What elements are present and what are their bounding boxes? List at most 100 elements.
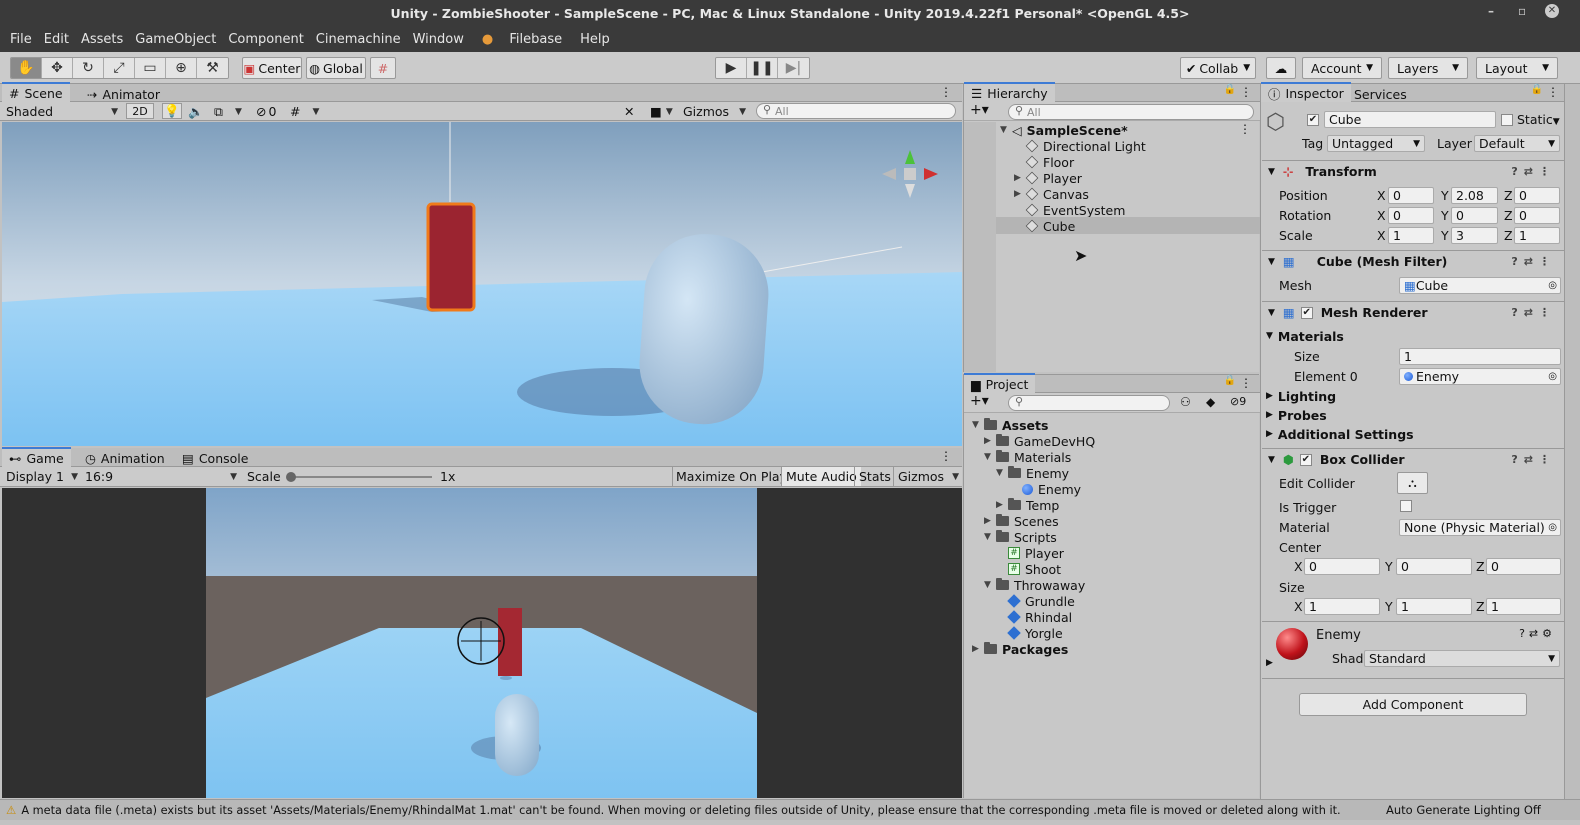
scale-y-field[interactable]: 3 <box>1451 227 1498 244</box>
materials-size-field[interactable]: 1 <box>1399 348 1561 365</box>
active-checkbox[interactable]: ✔ <box>1307 114 1319 126</box>
pivot-center-button[interactable]: ▣ Center <box>242 57 302 79</box>
tab-hierarchy[interactable]: ☰ Hierarchy <box>964 82 1055 102</box>
expand-arrow-icon[interactable]: ▼ <box>984 532 996 542</box>
material-actions[interactable]: ?⇄⚙ <box>1519 627 1556 640</box>
collapse-arrow-icon[interactable]: ▶ <box>1266 410 1273 420</box>
expand-arrow-icon[interactable]: ▼ <box>1266 331 1273 341</box>
menu-assets[interactable]: Assets <box>81 32 123 47</box>
mesh-renderer-header[interactable]: ▼ ▦ ✔ Mesh Renderer ?⇄⋮ <box>1262 301 1564 323</box>
collapse-arrow-icon[interactable]: ▶ <box>972 644 984 654</box>
kebab-menu-icon[interactable]: ⋮ <box>1547 85 1559 99</box>
project-item-rhindal[interactable]: Rhindal <box>1007 609 1072 625</box>
object-picker-icon[interactable]: ◎ <box>1548 522 1557 533</box>
aspect-dropdown[interactable]: 16:9 ▼ <box>85 469 237 484</box>
hierarchy-search-input[interactable]: All <box>1008 104 1254 120</box>
hidden-objects-toggle[interactable]: ⊘ 0 <box>256 104 276 119</box>
element0-field[interactable]: Enemy ◎ <box>1399 368 1561 385</box>
tab-services[interactable]: Services <box>1347 84 1414 104</box>
collapse-arrow-icon[interactable]: ▶ <box>1266 658 1273 668</box>
center-y-field[interactable]: 0 <box>1396 558 1472 575</box>
center-z-field[interactable]: 0 <box>1486 558 1561 575</box>
size-z-field[interactable]: 1 <box>1486 598 1561 615</box>
hierarchy-item-directional-light[interactable]: Directional Light <box>1025 138 1146 154</box>
expand-arrow-icon[interactable]: ▼ <box>984 452 996 462</box>
game-view[interactable] <box>2 488 962 798</box>
collider-material-field[interactable]: None (Physic Material) ◎ <box>1399 519 1561 536</box>
scale-z-field[interactable]: 1 <box>1514 227 1560 244</box>
collapse-arrow-icon[interactable]: ▶ <box>1014 189 1026 199</box>
transform-header[interactable]: ▼ ⊹ Transform ?⇄⋮ <box>1262 160 1564 182</box>
add-icon[interactable]: +▾ <box>970 393 989 409</box>
collapse-arrow-icon[interactable]: ▶ <box>996 500 1008 510</box>
rect-tool-icon[interactable]: ▭ <box>135 58 166 78</box>
account-dropdown[interactable]: Account ▼ <box>1302 57 1382 79</box>
kebab-menu-icon[interactable]: ⋮ <box>1240 85 1252 99</box>
hierarchy-item-floor[interactable]: Floor <box>1025 154 1074 170</box>
pivot-global-button[interactable]: ◍ Global <box>306 57 366 79</box>
cloud-button[interactable]: ☁ <box>1266 57 1296 79</box>
scale-x-field[interactable]: 1 <box>1388 227 1434 244</box>
menu-help[interactable]: Help <box>580 32 610 47</box>
collapse-arrow-icon[interactable]: ▶ <box>1266 429 1273 439</box>
scene-view[interactable] <box>2 122 962 446</box>
project-item-materials[interactable]: ▼ Materials <box>984 449 1071 465</box>
is-trigger-checkbox[interactable] <box>1400 500 1412 512</box>
hierarchy-item-player[interactable]: ▶ Player <box>1014 170 1082 186</box>
lock-icon[interactable]: 🔒 <box>1224 84 1236 95</box>
tab-game[interactable]: ⊷ Game <box>2 447 71 467</box>
position-z-field[interactable]: 0 <box>1514 187 1560 204</box>
custom-tool-icon[interactable]: ⚒ <box>197 58 228 78</box>
position-y-field[interactable]: 2.08 <box>1451 187 1498 204</box>
project-item-scenes[interactable]: ▶ Scenes <box>984 513 1059 529</box>
maximize-on-play-toggle[interactable]: Maximize On Play <box>672 467 790 486</box>
rotation-z-field[interactable]: 0 <box>1514 207 1560 224</box>
scale-tool-icon[interactable]: ⤢ <box>104 58 135 78</box>
menu-component[interactable]: Component <box>228 32 303 47</box>
lighting-toggle[interactable]: 💡 <box>162 103 182 119</box>
2d-toggle[interactable]: 2D <box>126 103 154 119</box>
project-item-player-script[interactable]: # Player <box>1008 545 1064 561</box>
kebab-menu-icon[interactable]: ⋮ <box>940 449 952 463</box>
effects-dropdown[interactable]: ⧉ ▼ <box>214 104 242 120</box>
hierarchy-item-eventsystem[interactable]: EventSystem <box>1025 202 1125 218</box>
scale-slider-thumb[interactable] <box>286 472 296 482</box>
position-x-field[interactable]: 0 <box>1388 187 1434 204</box>
project-item-enemy-folder[interactable]: ▼ Enemy <box>996 465 1069 481</box>
tab-animation[interactable]: ◷ Animation <box>78 448 172 468</box>
hierarchy-item-cube[interactable]: Cube <box>1025 218 1075 234</box>
collapse-arrow-icon[interactable]: ▶ <box>1266 391 1273 401</box>
expand-arrow-icon[interactable]: ▼ <box>1000 125 1012 135</box>
inspector-scrollbar[interactable] <box>1564 84 1580 799</box>
scene-search-input[interactable]: All <box>756 103 956 119</box>
gizmos-dropdown[interactable]: Gizmos ▼ <box>683 104 746 119</box>
size-x-field[interactable]: 1 <box>1304 598 1380 615</box>
component-actions[interactable]: ?⇄⋮ <box>1511 255 1556 268</box>
expand-arrow-icon[interactable]: ▼ <box>972 420 984 430</box>
lighting-status[interactable]: Auto Generate Lighting Off <box>1386 803 1541 817</box>
menu-gameobject[interactable]: GameObject <box>135 32 216 47</box>
mute-audio-toggle[interactable]: Mute Audio <box>781 467 861 486</box>
hierarchy-scene-root[interactable]: ▼ ◁ SampleScene* <box>1000 122 1128 138</box>
tab-project[interactable]: ▆ Project <box>964 373 1036 393</box>
rotation-y-field[interactable]: 0 <box>1451 207 1498 224</box>
box-collider-header[interactable]: ▼ ⬢ ✔ Box Collider ?⇄⋮ <box>1262 448 1564 470</box>
component-actions[interactable]: ?⇄⋮ <box>1511 453 1556 466</box>
label-icon[interactable]: ◆ <box>1206 395 1215 409</box>
display-dropdown[interactable]: Display 1 ▼ <box>6 469 78 484</box>
tab-console[interactable]: ▤ Console <box>175 448 255 468</box>
status-message[interactable]: A meta data file (.meta) exists but its … <box>21 804 1351 817</box>
kebab-menu-icon[interactable]: ⋮ <box>1240 376 1252 390</box>
collapse-arrow-icon[interactable]: ▶ <box>984 436 996 446</box>
menu-cinemachine[interactable]: Cinemachine <box>316 32 401 47</box>
lighting-foldout[interactable]: ▶ Lighting <box>1266 387 1336 405</box>
expand-arrow-icon[interactable]: ▼ <box>996 468 1008 478</box>
menu-window[interactable]: Window <box>413 32 464 47</box>
hand-tool-icon[interactable]: ✋ <box>11 58 42 78</box>
project-item-packages[interactable]: ▶ Packages <box>972 641 1068 657</box>
tools-toggle[interactable]: ✕ <box>624 104 634 119</box>
audio-toggle[interactable]: 🔈 <box>188 104 204 120</box>
menu-filebase[interactable]: ● Filebase <box>476 32 568 47</box>
project-item-grundle[interactable]: Grundle <box>1007 593 1075 609</box>
size-y-field[interactable]: 1 <box>1396 598 1472 615</box>
